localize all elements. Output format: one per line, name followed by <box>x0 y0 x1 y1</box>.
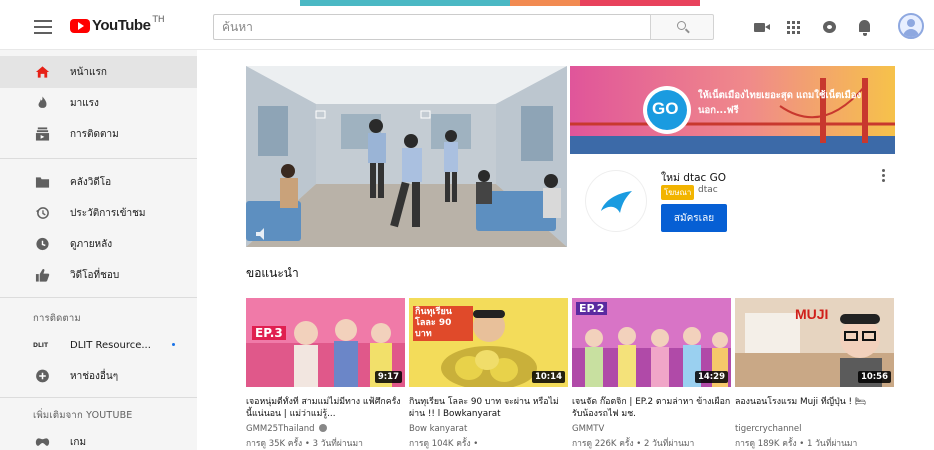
video-title[interactable]: กินทุเรียน โลละ 90 บาท จะผ่าน หรือไม่ผ่า… <box>409 396 568 420</box>
menu-icon[interactable] <box>34 20 52 34</box>
dtac-logo[interactable] <box>586 171 646 231</box>
video-channel[interactable]: GMM25Thailand <box>246 424 328 434</box>
video-duration: 9:17 <box>374 371 402 383</box>
thumbnail-overlay-text: EP.3 <box>252 326 286 340</box>
sidebar-divider <box>0 297 197 298</box>
ad-info-card: ใหม่ dtac GO โฆษณา dtac สมัครเลย <box>570 154 895 247</box>
apps-grid-icon[interactable] <box>784 18 804 38</box>
sidebar-item-label: วิดีโอที่ชอบ <box>70 269 120 281</box>
thumbnail-overlay-text: กินทุเรียน โลละ 90 บาท <box>413 306 473 341</box>
search-button[interactable] <box>650 14 714 40</box>
logo-text: YouTube <box>92 17 151 34</box>
avatar-icon[interactable] <box>898 13 924 39</box>
ad-banner[interactable]: GO ให้เน็ตเมืองไทยเยอะสุด แถมใช้เน็ตเมือ… <box>570 66 895 154</box>
video-meta: การดู 35K ครั้ง • 3 วันที่ผ่านมา <box>246 439 363 449</box>
channel-name[interactable]: GMM25Thailand <box>246 424 315 434</box>
sidebar-item-gaming[interactable]: เกม <box>0 426 197 450</box>
sidebar-item-home[interactable]: หน้าแรก <box>0 56 197 88</box>
video-meta: การดู 189K ครั้ง • 1 วันที่ผ่านมา <box>735 439 858 449</box>
trending-flame-icon <box>38 96 47 108</box>
sidebar-item-trending[interactable]: มาแรง <box>0 87 197 119</box>
ad-banner-logo: GO <box>652 99 679 118</box>
sidebar-item-label: DLIT Resource... <box>70 339 151 351</box>
video-thumbnail[interactable]: EP.2 14:29 <box>572 298 731 387</box>
sidebar-item-label: การติดตาม <box>70 128 119 140</box>
sidebar-item-label: หาช่องอื่นๆ <box>70 370 119 382</box>
sidebar-item-label: ประวัติการเข้าชม <box>70 207 146 219</box>
add-circle-icon <box>36 369 49 383</box>
masthead: YouTube TH <box>0 6 934 50</box>
gaming-icon <box>35 438 50 446</box>
video-channel[interactable]: Bow kanyarat <box>409 424 467 434</box>
more-vert-icon[interactable] <box>882 169 886 183</box>
search-icon <box>677 21 686 30</box>
youtube-home-page: YouTube TH หน้าแรก มาแรง การติ <box>0 0 934 450</box>
sidebar-item-label: เกม <box>70 436 87 448</box>
video-duration: 14:29 <box>694 371 728 383</box>
home-icon <box>35 66 50 78</box>
sidebar-divider <box>0 397 197 398</box>
sidebar-item-label: คลังวิดีโอ <box>70 176 112 188</box>
video-thumbnail[interactable]: กินทุเรียน โลละ 90 บาท 10:14 <box>409 298 568 387</box>
video-meta: การดู 226K ครั้ง • 2 วันที่ผ่านมา <box>572 439 695 449</box>
video-duration: 10:14 <box>531 371 565 383</box>
subscriptions-icon <box>35 127 50 141</box>
sidebar-item-browse-channels[interactable]: หาช่องอื่นๆ <box>0 360 197 392</box>
clock-icon <box>36 237 49 251</box>
video-title[interactable]: ลองนอนโรงแรม Muji ที่ญี่ปุ่น ! 🛏 <box>735 396 894 408</box>
search-input[interactable] <box>214 15 650 39</box>
messages-icon[interactable] <box>820 18 840 38</box>
ad-title[interactable]: ใหม่ dtac GO <box>661 169 726 186</box>
youtube-logo[interactable]: YouTube TH <box>70 14 165 34</box>
subscriptions-heading: การติดตาม <box>33 313 81 324</box>
ad-banner-text: ให้เน็ตเมืองไทยเยอะสุด แถมใช้เน็ตเมืองนอ… <box>698 90 862 116</box>
sidebar-item-channel-dlit[interactable]: DLIT DLIT Resource... <box>0 329 197 361</box>
ad-sponsor: dtac <box>698 185 718 195</box>
video-meta: การดู 104K ครั้ง • <box>409 439 479 449</box>
sidebar: หน้าแรก มาแรง การติดตาม คลังวิดีโอ ประวั… <box>0 50 197 450</box>
thumbs-up-icon <box>35 268 50 282</box>
sidebar-divider <box>0 158 197 159</box>
sidebar-item-library[interactable]: คลังวิดีโอ <box>0 166 197 198</box>
sidebar-item-watch-later[interactable]: ดูภายหลัง <box>0 228 197 260</box>
thumbnail-overlay-text: EP.2 <box>576 302 608 315</box>
verified-check-icon <box>319 424 328 432</box>
notifications-bell-icon[interactable] <box>855 18 875 38</box>
sidebar-item-label: หน้าแรก <box>70 66 107 78</box>
video-title[interactable]: เจนจัด ก๊อตจิก | EP.2 ตามล่าหา ข้างเผือก… <box>572 396 731 420</box>
folder-icon <box>35 177 50 188</box>
ad-video-frame <box>246 66 567 247</box>
more-from-youtube-heading: เพิ่มเติมจาก YOUTUBE <box>33 410 133 421</box>
sidebar-item-label: มาแรง <box>70 97 99 109</box>
search-box <box>213 14 650 40</box>
region-code: TH <box>152 14 165 25</box>
ad-badge: โฆษณา <box>661 185 695 200</box>
dtac-logo-icon <box>601 191 632 213</box>
channel-avatar-dlit: DLIT <box>33 341 49 349</box>
thumbnail-overlay-text: MUJI <box>795 306 829 322</box>
recommended-heading: ขอแนะนำ <box>246 266 299 280</box>
history-icon <box>35 207 49 219</box>
video-channel[interactable]: GMMTV <box>572 424 604 434</box>
sidebar-item-subscriptions[interactable]: การติดตาม <box>0 118 197 150</box>
video-thumbnail[interactable]: EP.3 9:17 <box>246 298 405 387</box>
ad-cta-button[interactable]: สมัครเลย <box>661 204 727 232</box>
video-duration: 10:56 <box>857 371 891 383</box>
video-camera-icon[interactable] <box>752 18 772 38</box>
sidebar-item-liked-videos[interactable]: วิดีโอที่ชอบ <box>0 259 197 291</box>
video-title[interactable]: เจอหนุ่มตี๋ทั้งที่ สามแม่ไม่มีทาง แฟ้ศึก… <box>246 396 405 420</box>
new-content-dot <box>172 343 175 346</box>
video-channel[interactable]: tigercrychannel <box>735 424 801 434</box>
sidebar-item-label: ดูภายหลัง <box>70 238 113 250</box>
video-thumbnail[interactable]: MUJI 10:56 <box>735 298 894 387</box>
sidebar-item-history[interactable]: ประวัติการเข้าชม <box>0 197 197 229</box>
youtube-play-icon <box>70 18 90 33</box>
featured-ad-video[interactable] <box>246 66 567 247</box>
